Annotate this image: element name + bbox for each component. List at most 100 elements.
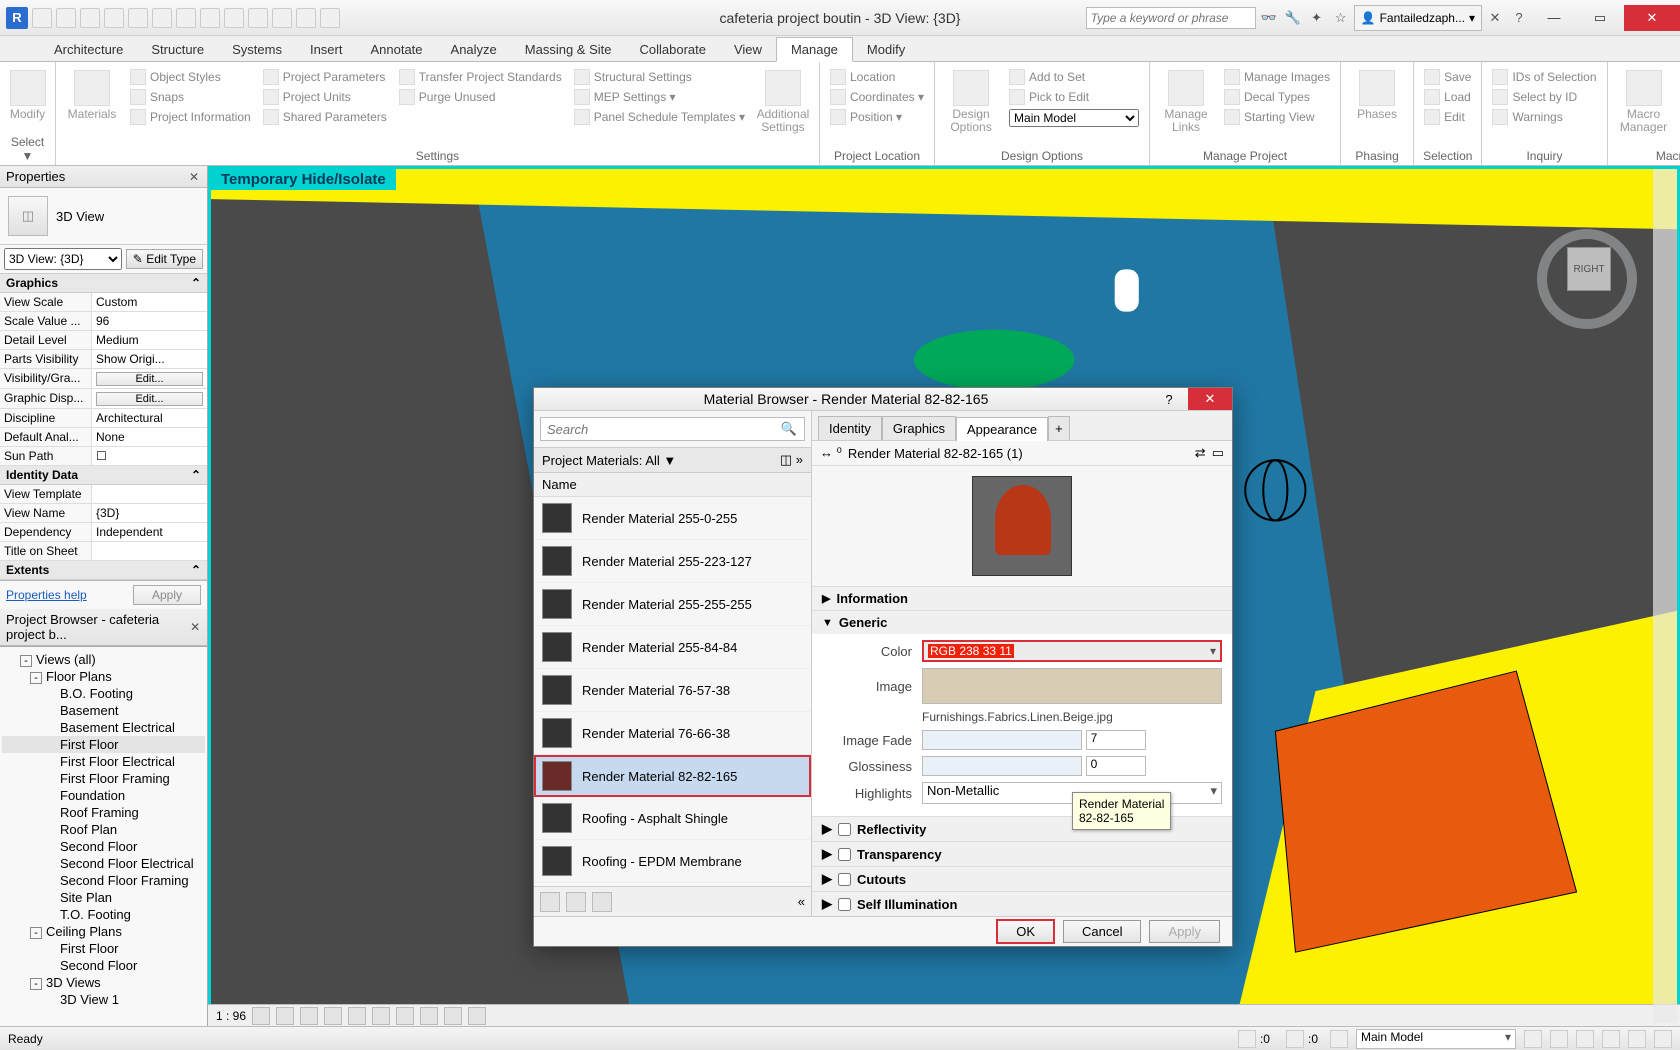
- apply-button[interactable]: Apply: [1149, 920, 1220, 943]
- exchange-icon[interactable]: ✕: [1484, 7, 1506, 29]
- inquiry-item-2[interactable]: Warnings: [1490, 108, 1598, 126]
- qat-measure-icon[interactable]: [152, 8, 172, 28]
- macro-manager-button[interactable]: Macro Manager: [1614, 66, 1674, 147]
- tree-node[interactable]: B.O. Footing: [2, 685, 205, 702]
- manage-links-button[interactable]: Manage Links: [1156, 66, 1216, 147]
- inquiry-item-0[interactable]: IDs of Selection: [1490, 68, 1598, 86]
- new-material-icon[interactable]: [540, 892, 560, 912]
- qat-switch-icon[interactable]: [320, 8, 340, 28]
- property-row[interactable]: Scale Value ...96: [0, 312, 207, 331]
- menu-icon[interactable]: ▭: [1212, 445, 1224, 461]
- tree-node[interactable]: -Ceiling Plans: [2, 923, 205, 940]
- properties-apply-button[interactable]: Apply: [133, 585, 201, 605]
- tab-insert[interactable]: Insert: [296, 38, 357, 61]
- tab-annotate[interactable]: Annotate: [356, 38, 436, 61]
- manage-project-item-1[interactable]: Decal Types: [1222, 88, 1332, 106]
- settings-item-0[interactable]: Project Parameters: [261, 68, 389, 86]
- design-options-button[interactable]: Design Options: [941, 66, 1001, 147]
- transparency-section[interactable]: ▶ Transparency: [812, 841, 1232, 866]
- help-icon[interactable]: ?: [1508, 7, 1530, 29]
- generic-section-header[interactable]: ▼Generic: [812, 611, 1232, 634]
- tree-node[interactable]: First Floor: [2, 736, 205, 753]
- status-main-model-dropdown[interactable]: Main Model: [1356, 1029, 1516, 1049]
- materials-button[interactable]: Materials: [62, 66, 122, 147]
- property-row[interactable]: Detail LevelMedium: [0, 331, 207, 350]
- tree-node[interactable]: Second Floor Framing: [2, 872, 205, 889]
- share-icon[interactable]: ✦: [1306, 7, 1328, 29]
- tree-node[interactable]: Foundation: [2, 787, 205, 804]
- information-section-header[interactable]: ▶Information: [812, 587, 1232, 610]
- help-search-input[interactable]: [1086, 7, 1256, 29]
- view-scale[interactable]: 1 : 96: [216, 1009, 246, 1023]
- property-row[interactable]: DependencyIndependent: [0, 523, 207, 542]
- dialog-close-button[interactable]: ✕: [1188, 388, 1232, 410]
- status-tool-2[interactable]: [1286, 1030, 1304, 1048]
- phases-button[interactable]: Phases: [1347, 66, 1407, 147]
- tab-systems[interactable]: Systems: [218, 38, 296, 61]
- properties-help-link[interactable]: Properties help: [6, 588, 87, 602]
- tab-collaborate[interactable]: Collaborate: [625, 38, 720, 61]
- tree-node[interactable]: -Floor Plans: [2, 668, 205, 685]
- qat-redo-icon[interactable]: [104, 8, 124, 28]
- qat-undo-icon[interactable]: [80, 8, 100, 28]
- status-tool-7[interactable]: [1602, 1030, 1620, 1048]
- binoculars-icon[interactable]: 👓: [1258, 7, 1280, 29]
- self-illumination-section[interactable]: ▶ Self Illumination: [812, 891, 1232, 916]
- search-icon[interactable]: 🔍: [781, 421, 797, 437]
- key-icon[interactable]: 🔧: [1282, 7, 1304, 29]
- property-row[interactable]: Sun Path☐: [0, 447, 207, 466]
- main-model-dropdown[interactable]: Main Model: [1007, 108, 1141, 128]
- tree-node[interactable]: -Views (all): [2, 651, 205, 668]
- nav-bar[interactable]: [1653, 169, 1677, 1023]
- status-tool-4[interactable]: [1524, 1030, 1542, 1048]
- expand-icon[interactable]: «: [798, 894, 805, 909]
- app-icon[interactable]: R: [6, 7, 28, 29]
- settings-item-0[interactable]: Object Styles: [128, 68, 253, 86]
- reveal-icon[interactable]: [468, 1007, 486, 1025]
- ok-button[interactable]: OK: [996, 919, 1055, 944]
- favorite-icon[interactable]: ☆: [1330, 7, 1352, 29]
- material-item[interactable]: Render Material 255-84-84: [534, 626, 811, 669]
- material-item[interactable]: Render Material 255-255-255: [534, 583, 811, 626]
- material-tab-appearance[interactable]: Appearance: [956, 417, 1048, 441]
- tree-node[interactable]: Second Floor Electrical: [2, 855, 205, 872]
- qat-3d-icon[interactable]: [224, 8, 244, 28]
- glossiness-slider[interactable]: [922, 756, 1082, 776]
- tree-node[interactable]: Second Floor: [2, 838, 205, 855]
- user-menu[interactable]: 👤Fantailedzaph...▾: [1354, 5, 1482, 31]
- property-row[interactable]: Visibility/Gra...Edit...: [0, 369, 207, 389]
- material-item[interactable]: Roofing - Asphalt Shingle: [534, 797, 811, 840]
- material-item[interactable]: Render Material 255-223-127: [534, 540, 811, 583]
- manage-project-item-0[interactable]: Manage Images: [1222, 68, 1332, 86]
- qat-open-icon[interactable]: [32, 8, 52, 28]
- detail-level-icon[interactable]: [252, 1007, 270, 1025]
- view-mode-icon[interactable]: [592, 892, 612, 912]
- tab-structure[interactable]: Structure: [137, 38, 218, 61]
- settings-item-2[interactable]: Panel Schedule Templates ▾: [572, 108, 747, 126]
- property-row[interactable]: DisciplineArchitectural: [0, 409, 207, 428]
- status-tool-3[interactable]: [1330, 1030, 1348, 1048]
- additional-settings-button[interactable]: Additional Settings: [753, 66, 813, 147]
- property-row[interactable]: Default Anal...None: [0, 428, 207, 447]
- material-item[interactable]: Render Material 76-57-38: [534, 669, 811, 712]
- dialog-titlebar[interactable]: Material Browser - Render Material 82-82…: [534, 388, 1232, 410]
- property-row[interactable]: View ScaleCustom: [0, 293, 207, 312]
- property-row[interactable]: View Template: [0, 485, 207, 504]
- property-row[interactable]: View Name{3D}: [0, 504, 207, 523]
- settings-item-1[interactable]: MEP Settings ▾: [572, 88, 747, 106]
- cancel-button[interactable]: Cancel: [1063, 920, 1141, 943]
- dialog-help-icon[interactable]: ?: [1150, 388, 1188, 410]
- selection-item-2[interactable]: Edit: [1422, 108, 1473, 126]
- tree-node[interactable]: Roof Framing: [2, 804, 205, 821]
- tree-node[interactable]: First Floor Electrical: [2, 753, 205, 770]
- view-cube[interactable]: RIGHT: [1537, 229, 1637, 329]
- tree-node[interactable]: Basement Electrical: [2, 719, 205, 736]
- status-filter-icon[interactable]: [1654, 1030, 1672, 1048]
- edit-type-button[interactable]: ✎ Edit Type: [126, 249, 203, 269]
- project-browser[interactable]: -Views (all)-Floor PlansB.O. Footing Base…: [0, 646, 207, 1026]
- status-tool-5[interactable]: [1550, 1030, 1568, 1048]
- image-fade-slider[interactable]: [922, 730, 1082, 750]
- qat-text-icon[interactable]: [200, 8, 220, 28]
- location-item-0[interactable]: Location: [828, 68, 926, 86]
- type-selector[interactable]: 3D View: {3D}: [4, 248, 122, 270]
